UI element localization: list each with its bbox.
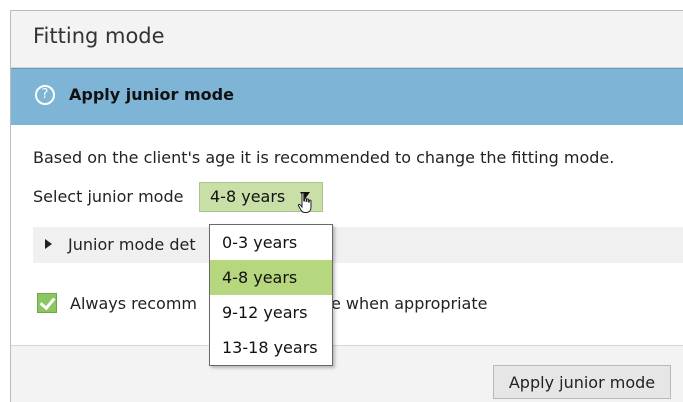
- dropdown-option-4-8-years[interactable]: 4-8 years: [210, 260, 332, 295]
- dialog-title: Fitting mode: [33, 24, 165, 48]
- always-recommend-checkbox[interactable]: [37, 293, 57, 313]
- checkmark-icon: [39, 293, 56, 311]
- fitting-mode-dialog: Fitting mode ? Apply junior mode Based o…: [10, 10, 683, 402]
- hand-pointer-cursor-icon: [297, 192, 312, 213]
- always-recommend-label-tail: e when appropriate: [331, 294, 488, 313]
- junior-mode-details-toggle[interactable]: Junior mode det: [33, 227, 683, 263]
- dropdown-option-13-18-years[interactable]: 13-18 years: [210, 330, 332, 365]
- junior-mode-select-value: 4-8 years: [210, 187, 286, 206]
- dropdown-option-0-3-years[interactable]: 0-3 years: [210, 225, 332, 260]
- apply-junior-mode-button[interactable]: Apply junior mode: [493, 365, 671, 399]
- recommendation-text: Based on the client's age it is recommen…: [33, 148, 615, 167]
- junior-mode-banner: ? Apply junior mode: [11, 68, 683, 125]
- banner-title: Apply junior mode: [69, 85, 234, 104]
- dialog-footer: Apply junior mode: [11, 345, 683, 402]
- expand-arrow-icon: [45, 239, 52, 249]
- always-recommend-label-start: Always recomm: [70, 294, 197, 313]
- junior-mode-details-label: Junior mode det: [68, 235, 196, 254]
- dialog-title-bar: Fitting mode: [11, 11, 683, 68]
- help-circle-icon[interactable]: ?: [35, 85, 55, 105]
- junior-mode-dropdown-list: 0-3 years 4-8 years 9-12 years 13-18 yea…: [209, 224, 333, 366]
- dropdown-option-9-12-years[interactable]: 9-12 years: [210, 295, 332, 330]
- select-junior-mode-label: Select junior mode: [33, 187, 184, 206]
